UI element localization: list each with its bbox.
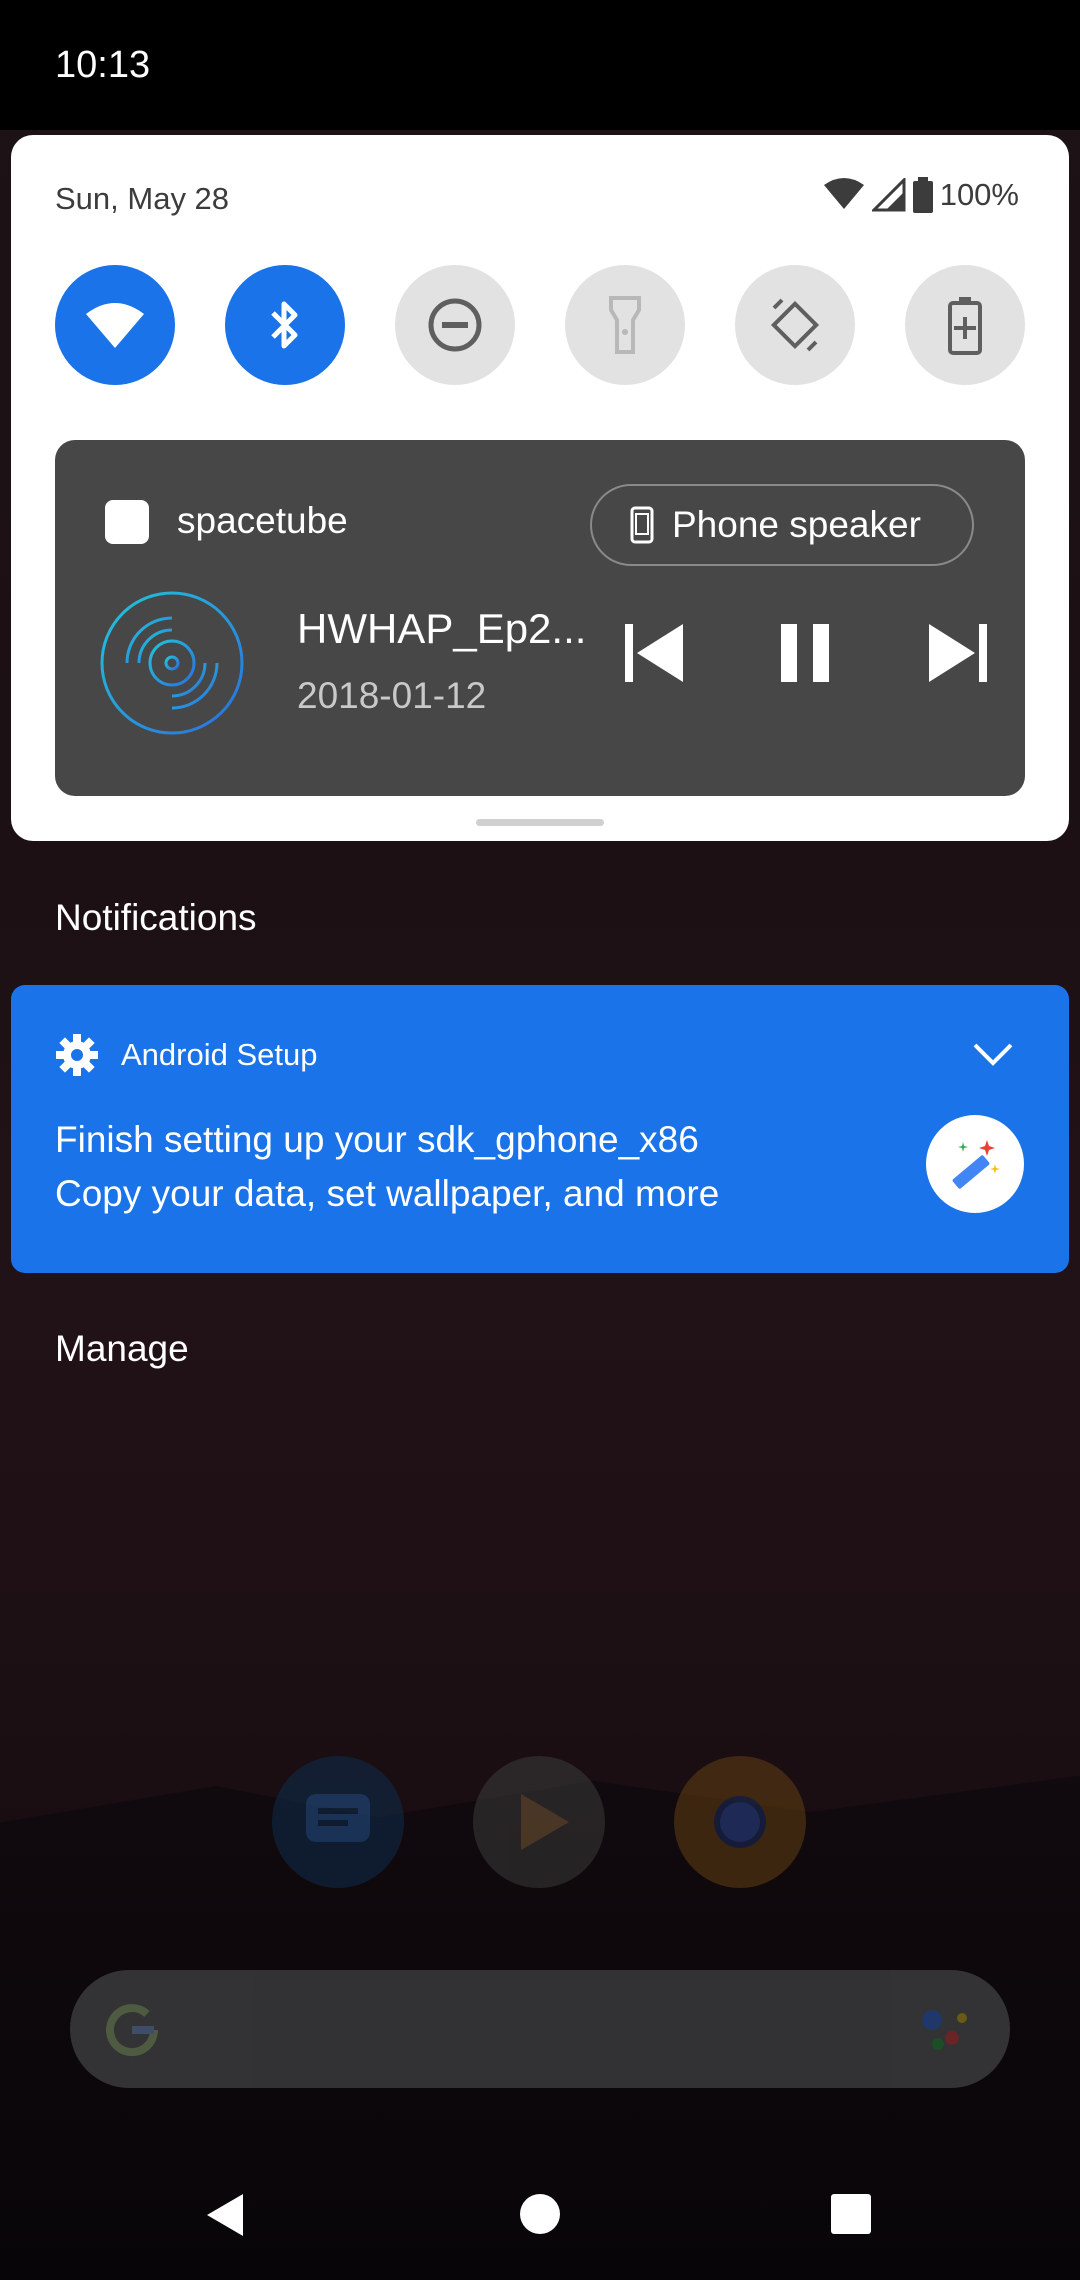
notification-app-name: Android Setup <box>121 1037 318 1072</box>
magic-wand-icon <box>926 1115 1024 1213</box>
media-app-name: spacetube <box>177 500 348 541</box>
wifi-signal-icon <box>823 178 864 209</box>
skip-next-icon[interactable] <box>927 622 991 684</box>
battery-icon <box>912 177 933 213</box>
status-bar: 10:13 <box>0 0 1080 130</box>
status-clock: 10:13 <box>55 44 151 86</box>
qs-status-icons: 100% <box>822 177 1019 213</box>
output-device-label: Phone speaker <box>672 504 921 545</box>
notifications-header: Notifications <box>55 897 257 938</box>
google-search-bar <box>70 1970 1010 2088</box>
cell-signal-icon <box>871 178 906 212</box>
flashlight-icon <box>609 296 641 354</box>
wifi-icon <box>86 303 144 348</box>
tile-battery-saver[interactable] <box>905 265 1025 385</box>
manage-notifications-button[interactable]: Manage <box>55 1328 189 1370</box>
tile-wifi[interactable] <box>55 265 175 385</box>
phone-icon <box>630 506 654 544</box>
chevron-down-icon[interactable] <box>971 1041 1015 1069</box>
home-icon[interactable] <box>518 2192 562 2236</box>
media-player-card[interactable]: spacetube Phone speaker HWHAP_Ep2... 201… <box>55 440 1025 796</box>
qs-date[interactable]: Sun, May 28 <box>55 181 229 217</box>
skip-previous-icon[interactable] <box>621 622 685 684</box>
track-title: HWHAP_Ep2... <box>297 605 587 652</box>
album-art-disc-icon <box>100 591 244 735</box>
assistant-icon <box>922 2010 967 2050</box>
output-device-button[interactable]: Phone speaker <box>590 484 974 566</box>
quick-settings-panel: Sun, May 28 100% spacetube Phone speaker… <box>11 135 1069 841</box>
messages-app-icon <box>272 1756 404 1888</box>
recents-icon[interactable] <box>830 2193 872 2235</box>
track-date: 2018-01-12 <box>297 675 487 716</box>
dnd-icon <box>428 298 482 352</box>
tile-flashlight[interactable] <box>565 265 685 385</box>
media-app-icon <box>105 500 149 544</box>
qs-tiles <box>55 265 1025 385</box>
qs-drag-handle[interactable] <box>476 819 604 826</box>
bluetooth-icon <box>271 301 298 349</box>
tile-auto-rotate[interactable] <box>735 265 855 385</box>
tile-do-not-disturb[interactable] <box>395 265 515 385</box>
rotate-icon <box>770 298 820 352</box>
tile-bluetooth[interactable] <box>225 265 345 385</box>
battery-saver-icon <box>948 297 982 355</box>
pause-icon[interactable] <box>777 622 833 684</box>
play-store-app-icon <box>473 1756 605 1888</box>
navigation-bar <box>0 2150 1080 2280</box>
notification-android-setup[interactable]: Android Setup Finish setting up your sdk… <box>11 985 1069 1273</box>
notification-title: Finish setting up your sdk_gphone_x86 <box>55 1119 699 1160</box>
gear-icon <box>56 1034 98 1076</box>
notification-text: Copy your data, set wallpaper, and more <box>55 1173 720 1214</box>
battery-percent: 100% <box>939 177 1019 212</box>
back-icon[interactable] <box>205 2192 245 2238</box>
google-g-icon <box>106 2004 159 2057</box>
chrome-app-icon <box>674 1756 806 1888</box>
